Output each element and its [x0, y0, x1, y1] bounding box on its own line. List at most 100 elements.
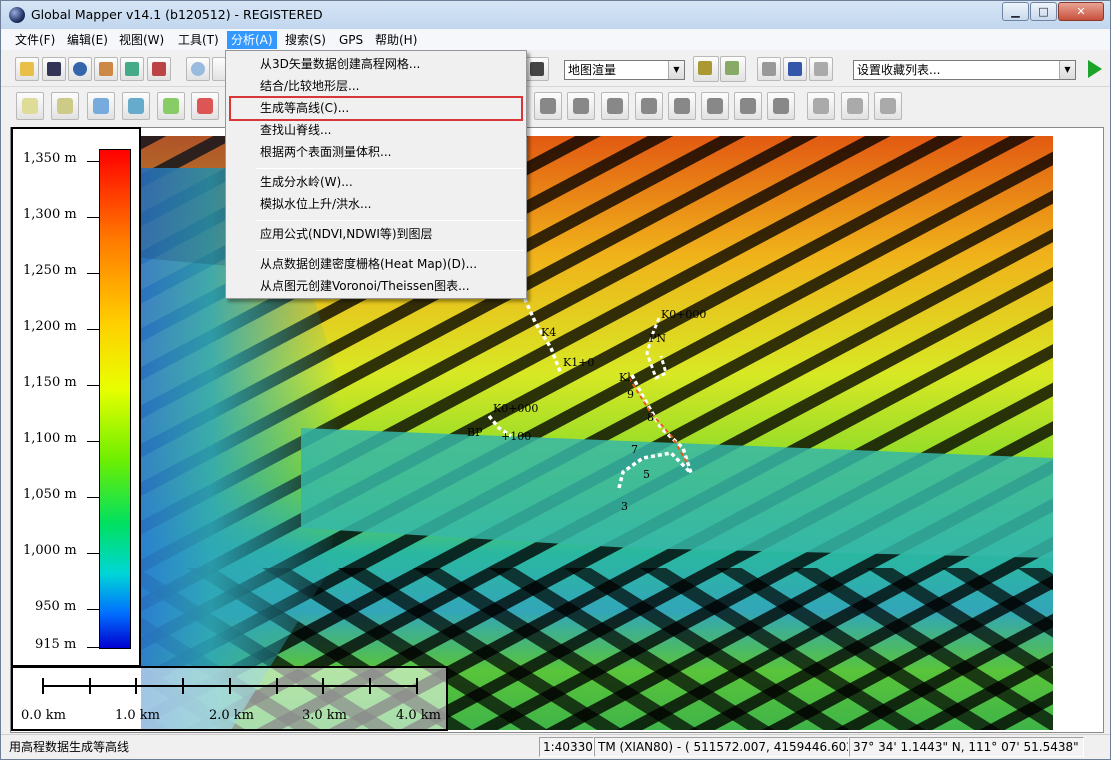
- menu-gps[interactable]: GPS: [335, 31, 367, 49]
- folder-icon: [20, 62, 34, 76]
- map-label-100: +100: [501, 430, 531, 443]
- menu-item-voronoi[interactable]: 从点图元创建Voronoi/Theissen图表...: [260, 276, 470, 296]
- code-button[interactable]: [191, 92, 219, 120]
- shape-tool-8[interactable]: [767, 92, 795, 120]
- menu-item-watershed[interactable]: 生成分水岭(W)...: [260, 172, 353, 192]
- online-data-button[interactable]: [68, 57, 92, 81]
- globe-icon: [73, 62, 87, 76]
- shape-icon: [540, 98, 556, 114]
- create-point-button[interactable]: [87, 92, 115, 120]
- window-title: Global Mapper v14.1 (b120512) - REGISTER…: [31, 7, 323, 22]
- menu-tools[interactable]: 工具(T): [174, 31, 223, 49]
- menu-item-heat-map[interactable]: 从点数据创建密度栅格(Heat Map)(D)...: [260, 254, 477, 274]
- shape-tool-2[interactable]: [567, 92, 595, 120]
- elevation-legend: 1,350 m 1,300 m 1,250 m 1,200 m 1,150 m …: [11, 127, 141, 667]
- status-projection: TM (XIAN80) - ( 511572.007, 4159446.602 …: [594, 737, 849, 757]
- app-window: Global Mapper v14.1 (b120512) - REGISTER…: [0, 0, 1111, 760]
- map-label-bp: BP: [467, 426, 483, 439]
- shape-icon: [573, 98, 589, 114]
- binoculars-button[interactable]: [525, 57, 549, 81]
- menu-item-measure-volume[interactable]: 根据两个表面测量体积...: [260, 142, 391, 162]
- menu-search[interactable]: 搜索(S): [281, 31, 330, 49]
- menu-separator: [256, 250, 524, 251]
- close-button[interactable]: ✕: [1058, 2, 1104, 21]
- legend-label: 1,200 m: [23, 319, 77, 334]
- menu-item-create-elevation-grid[interactable]: 从3D矢量数据创建高程网格...: [260, 54, 420, 74]
- config-button[interactable]: [147, 57, 171, 81]
- legend-label: 915 m: [35, 637, 77, 652]
- legend-tick: [87, 647, 99, 648]
- terrain-map[interactable]: K4 K1+0 K0+000 K0+000 BP +100 Kl PN 8 7 …: [11, 128, 1104, 733]
- scale-label: 1.0 km: [115, 708, 161, 723]
- arrow-tool-2[interactable]: [841, 92, 869, 120]
- legend-label: 1,050 m: [23, 487, 77, 502]
- menu-view[interactable]: 视图(W): [115, 31, 168, 49]
- vertex-icon: [163, 98, 179, 114]
- scale-ruler: [42, 678, 418, 694]
- legend-label: 1,250 m: [23, 263, 77, 278]
- edit-icon: [128, 98, 144, 114]
- arrow-tool-3[interactable]: [874, 92, 902, 120]
- legend-tick: [87, 497, 99, 498]
- run-button[interactable]: [1088, 60, 1102, 78]
- menu-separator: [256, 168, 524, 169]
- shape-tool-1[interactable]: [534, 92, 562, 120]
- globe-icon: [9, 7, 25, 23]
- device-button[interactable]: [783, 57, 807, 81]
- shape-tool-4[interactable]: [635, 92, 663, 120]
- legend-tick: [87, 441, 99, 442]
- shape-icon: [773, 98, 789, 114]
- shape-icon: [641, 98, 657, 114]
- scale-label: 2.0 km: [209, 708, 255, 723]
- menu-file[interactable]: 文件(F): [11, 31, 59, 49]
- maximize-button[interactable]: □: [1030, 2, 1057, 21]
- favorites-select[interactable]: 设置收藏列表... ▼: [853, 60, 1076, 80]
- zoom-in-icon: [191, 62, 205, 76]
- gps-icon: [814, 62, 828, 76]
- legend-label: 1,300 m: [23, 207, 77, 222]
- create-area-button[interactable]: [16, 92, 44, 120]
- menu-item-flood-simulation[interactable]: 模拟水位上升/洪水...: [260, 194, 372, 214]
- menu-analysis[interactable]: 分析(A): [227, 31, 277, 49]
- menu-item-combine-terrain[interactable]: 结合/比较地形层...: [260, 76, 360, 96]
- save-button[interactable]: [42, 57, 66, 81]
- vertex-button[interactable]: [157, 92, 185, 120]
- map-label-kl: Kl: [619, 371, 631, 384]
- minimize-button[interactable]: ▁: [1002, 2, 1029, 21]
- map-label-3: 3: [621, 500, 628, 513]
- code-icon: [197, 98, 213, 114]
- 3d-view-button[interactable]: [720, 56, 746, 82]
- menu-help[interactable]: 帮助(H): [371, 31, 421, 49]
- render-mode-select[interactable]: 地图渲量 ▼: [564, 60, 685, 80]
- menu-item-generate-contours[interactable]: 生成等高线(C)...: [260, 98, 349, 118]
- map-label-5: 5: [643, 468, 650, 481]
- flag-button[interactable]: [757, 57, 781, 81]
- menu-item-find-ridgelines[interactable]: 查找山脊线...: [260, 120, 331, 140]
- open-button[interactable]: [15, 57, 39, 81]
- menu-separator: [256, 220, 524, 221]
- arrow-icon: [813, 98, 829, 114]
- area-icon: [22, 98, 38, 114]
- shape-tool-7[interactable]: [734, 92, 762, 120]
- shape-tool-5[interactable]: [668, 92, 696, 120]
- shape-icon: [607, 98, 623, 114]
- gps-button[interactable]: [809, 57, 833, 81]
- scale-label: 3.0 km: [302, 708, 348, 723]
- shader-button[interactable]: [693, 56, 719, 82]
- edit-feature-button[interactable]: [122, 92, 150, 120]
- menu-item-apply-formula[interactable]: 应用公式(NDVI,NDWI等)到图层: [260, 224, 433, 244]
- arrow-tool-1[interactable]: [807, 92, 835, 120]
- zoom-out-button[interactable]: [212, 57, 226, 81]
- shape-tool-6[interactable]: [701, 92, 729, 120]
- legend-label: 1,350 m: [23, 151, 77, 166]
- menu-edit[interactable]: 编辑(E): [63, 31, 112, 49]
- zoom-in-button[interactable]: [186, 57, 210, 81]
- map-view[interactable]: K4 K1+0 K0+000 K0+000 BP +100 Kl PN 8 7 …: [10, 127, 1104, 733]
- overlay-button[interactable]: [120, 57, 144, 81]
- control-center-button[interactable]: [94, 57, 118, 81]
- flag-icon: [762, 62, 776, 76]
- create-line-button[interactable]: [51, 92, 79, 120]
- layers-icon: [99, 62, 113, 76]
- shape-tool-3[interactable]: [601, 92, 629, 120]
- map-label-k4: K4: [541, 326, 556, 339]
